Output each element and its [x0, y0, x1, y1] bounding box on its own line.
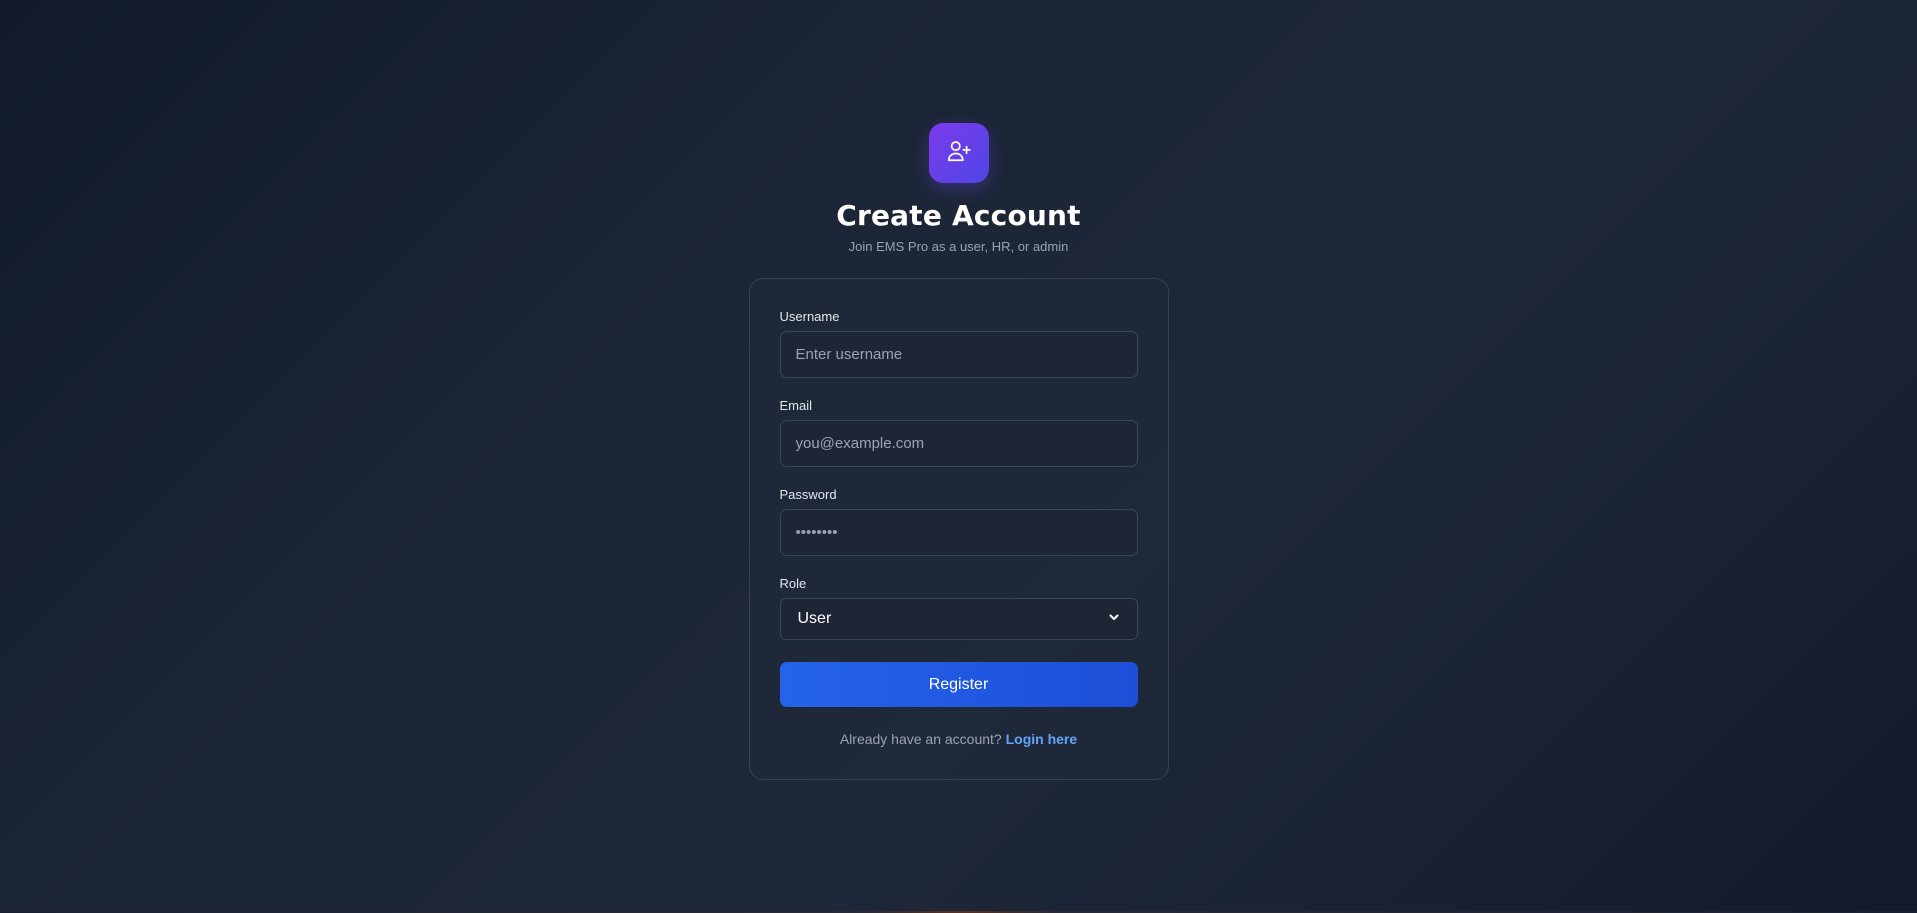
- username-input[interactable]: [779, 331, 1138, 378]
- login-link[interactable]: Login here: [1006, 731, 1078, 747]
- login-prompt: Already have an account? Login here: [780, 731, 1138, 747]
- register-button[interactable]: Register: [779, 662, 1138, 707]
- logo-badge: [928, 123, 989, 183]
- page-title: Create Account: [836, 199, 1081, 232]
- role-field-group: Role User: [779, 576, 1138, 640]
- email-label: Email: [779, 398, 813, 413]
- username-field-group: Username: [779, 309, 1138, 378]
- role-selected-value: User: [797, 610, 832, 627]
- username-label: Username: [779, 309, 840, 324]
- register-page: Create Account Join EMS Pro as a user, H…: [0, 123, 1917, 780]
- email-input[interactable]: [779, 420, 1138, 467]
- chevron-down-icon: [1108, 610, 1120, 628]
- email-field-group: Email: [779, 398, 1138, 467]
- page-subtitle: Join EMS Pro as a user, HR, or admin: [848, 239, 1069, 254]
- user-plus-icon: [946, 138, 972, 169]
- login-prompt-text: Already have an account?: [839, 731, 1002, 747]
- password-label: Password: [779, 487, 837, 502]
- password-field-group: Password: [779, 487, 1138, 556]
- password-input[interactable]: [779, 509, 1138, 556]
- role-select[interactable]: User: [779, 598, 1138, 640]
- register-form-card: Username Email Password Role User Regist…: [748, 278, 1169, 780]
- role-label: Role: [779, 576, 807, 591]
